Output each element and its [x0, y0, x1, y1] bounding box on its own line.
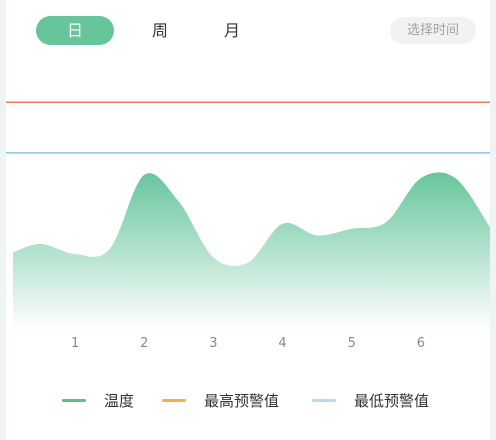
temperature-card: 日 周 月 选择时间 123456 温度 最高预警值 最低预警值	[6, 0, 490, 440]
legend-swatch-min-warning	[312, 399, 336, 402]
legend-swatch-max-warning	[162, 399, 186, 402]
x-tick-label: 6	[417, 336, 425, 351]
x-axis-ticks: 1 2 3 4 5 6	[71, 336, 425, 351]
legend-swatch-temperature	[62, 399, 86, 402]
x-tick-label: 4	[278, 336, 286, 351]
x-tick-label: 2	[140, 336, 148, 351]
temperature-area	[12, 172, 490, 330]
x-tick-label: 1	[71, 336, 79, 351]
legend-label-max-warning: 最高预警值	[204, 392, 280, 410]
legend-label-temperature: 温度	[104, 392, 135, 410]
temperature-chart: 1 2 3 4 5 6	[6, 101, 490, 351]
legend-label-min-warning: 最低预警值	[354, 392, 430, 410]
x-tick-label: 3	[209, 336, 217, 351]
x-tick-label: 5	[348, 336, 356, 351]
